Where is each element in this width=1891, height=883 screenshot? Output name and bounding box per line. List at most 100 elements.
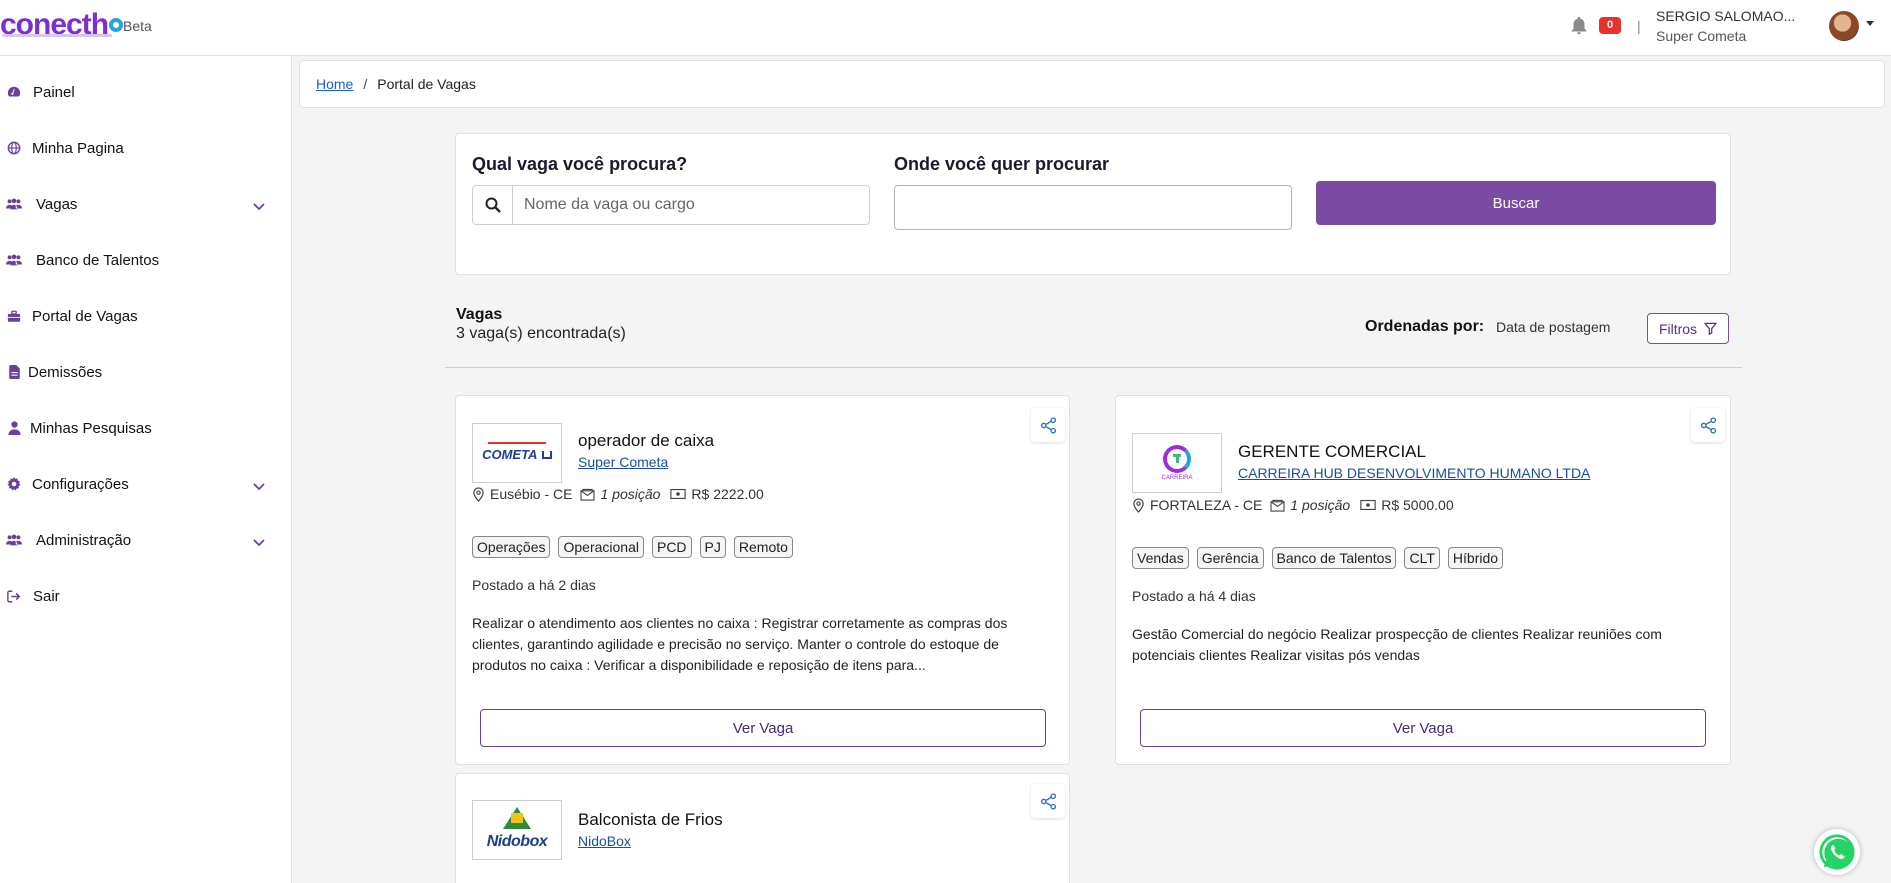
job-tag: Banco de Talentos <box>1271 547 1397 569</box>
gear-icon <box>6 476 22 492</box>
notification-badge: 0 <box>1599 17 1621 34</box>
location-input[interactable] <box>894 185 1292 230</box>
top-header: conecth Beta 0 | SERGIO SALOMAO... Super… <box>0 0 1891 56</box>
order-by-label: Ordenadas por: <box>1365 318 1485 335</box>
users-icon <box>6 252 22 268</box>
share-icon <box>1040 792 1056 810</box>
sidebar-item-administracao[interactable]: Administração <box>0 520 290 560</box>
sidebar-item-minha-pagina[interactable]: Minha Pagina <box>0 128 290 168</box>
order-by-value[interactable]: Data de postagem <box>1496 319 1610 335</box>
avatar[interactable] <box>1829 11 1859 41</box>
results-title: Vagas <box>456 306 503 323</box>
results-count: 3 vaga(s) encontrada(s) <box>456 325 626 342</box>
sidebar-item-portal-de-vagas[interactable]: Portal de Vagas <box>0 296 290 336</box>
money-icon <box>670 488 687 500</box>
sidebar-item-vagas[interactable]: Vagas <box>0 184 290 224</box>
location-search-label: Onde você quer procurar <box>894 154 1110 174</box>
job-meta: Eusébio - CE 1 posição R$ 2222.00 <box>472 486 764 502</box>
share-icon <box>1040 416 1056 434</box>
header-separator: | <box>1637 18 1641 34</box>
envelope-icon <box>580 488 596 501</box>
briefcase-icon <box>6 308 22 324</box>
breadcrumb-current: Portal de Vagas <box>377 76 476 92</box>
job-description: Realizar o atendimento aos clientes no c… <box>472 615 1008 673</box>
company-logo: COMETA <box>472 423 562 483</box>
sidebar-item-configuracoes[interactable]: Configurações <box>0 464 290 504</box>
search-icon <box>473 186 513 224</box>
sidebar-item-minhas-pesquisas[interactable]: Minhas Pesquisas <box>0 408 290 448</box>
breadcrumb-separator: / <box>363 76 368 92</box>
job-meta: FORTALEZA - CE 1 posição R$ 5000.00 <box>1132 497 1454 513</box>
location-pin-icon <box>1133 497 1144 513</box>
bell-icon[interactable] <box>1568 15 1590 37</box>
share-button[interactable] <box>1691 408 1725 442</box>
filters-button[interactable]: Filtros <box>1647 313 1729 344</box>
sidebar-item-sair[interactable]: Sair <box>0 576 290 616</box>
caret-down-icon[interactable] <box>1866 21 1874 26</box>
share-icon <box>1700 416 1716 434</box>
job-tag: CLT <box>1404 547 1440 569</box>
sidebar-item-banco-de-talentos[interactable]: Banco de Talentos <box>0 240 290 280</box>
job-tags: Operações Operacional PCD PJ Remoto <box>472 536 793 558</box>
chevron-down-icon[interactable] <box>252 479 266 491</box>
filter-icon <box>1704 322 1717 335</box>
user-company: Super Cometa <box>1656 28 1747 44</box>
user-icon <box>6 420 22 436</box>
company-link[interactable]: Super Cometa <box>578 454 668 470</box>
job-location: Eusébio - CE <box>490 486 573 502</box>
job-tag: Híbrido <box>1447 547 1504 569</box>
users-icon <box>6 196 22 212</box>
share-button[interactable] <box>1031 784 1065 818</box>
results-divider <box>445 367 1742 368</box>
job-positions: 1 posição <box>600 486 661 502</box>
job-card: COMETA operador de caixa Super Cometa Eu… <box>455 395 1070 765</box>
user-name[interactable]: SERGIO SALOMAO... <box>1656 8 1795 24</box>
job-search-input[interactable] <box>514 186 869 224</box>
company-logo: Nidobox <box>472 800 562 860</box>
globe-icon <box>6 140 22 156</box>
company-logo: CARREIRA <box>1132 433 1222 493</box>
view-job-button[interactable]: Ver Vaga <box>1140 709 1706 747</box>
logo-tagline <box>2 34 112 37</box>
chevron-down-icon[interactable] <box>252 199 266 211</box>
posted-date: Postado a há 4 dias <box>1132 588 1256 604</box>
sidebar-item-demissoes[interactable]: Demissões <box>0 352 290 392</box>
company-link[interactable]: NidoBox <box>578 833 631 849</box>
job-tag: Remoto <box>733 536 793 558</box>
job-tag: PJ <box>699 536 726 558</box>
job-title[interactable]: GERENTE COMERCIAL <box>1238 442 1426 462</box>
job-salary: R$ 2222.00 <box>691 486 764 502</box>
file-icon <box>6 364 22 380</box>
job-search-box <box>472 185 870 225</box>
job-tag: PCD <box>651 536 692 558</box>
job-tag: Operacional <box>558 536 644 558</box>
job-tag: Gerência <box>1196 547 1264 569</box>
breadcrumb: Home / Portal de Vagas <box>299 60 1885 108</box>
posted-date: Postado a há 2 dias <box>472 577 596 593</box>
whatsapp-button[interactable] <box>1814 829 1860 875</box>
search-button[interactable]: Buscar <box>1316 181 1716 225</box>
envelope-icon <box>1270 499 1285 512</box>
sign-out-icon <box>6 588 22 604</box>
job-tag: Vendas <box>1132 547 1189 569</box>
job-title[interactable]: Balconista de Frios <box>578 810 723 830</box>
dashboard-icon <box>6 84 22 100</box>
beta-label: Beta <box>123 18 152 34</box>
job-card: Nidobox Balconista de Frios NidoBox <box>455 773 1070 883</box>
users-icon <box>6 532 22 548</box>
job-location: FORTALEZA - CE <box>1150 497 1263 513</box>
chevron-down-icon[interactable] <box>252 535 266 547</box>
job-description: Gestão Comercial do negócio Realizar pro… <box>1132 626 1662 663</box>
job-positions: 1 posição <box>1290 497 1351 513</box>
job-salary: R$ 5000.00 <box>1381 497 1454 513</box>
sidebar-item-painel[interactable]: Painel <box>0 72 290 112</box>
view-job-button[interactable]: Ver Vaga <box>480 709 1046 747</box>
job-title[interactable]: operador de caixa <box>578 431 714 451</box>
job-tags: Vendas Gerência Banco de Talentos CLT Hí… <box>1132 547 1504 569</box>
whatsapp-icon <box>1819 834 1855 870</box>
location-pin-icon <box>473 486 484 502</box>
share-button[interactable] <box>1031 408 1065 442</box>
breadcrumb-home-link[interactable]: Home <box>316 76 353 92</box>
search-panel: Qual vaga você procura? Onde você quer p… <box>455 133 1731 275</box>
company-link[interactable]: CARREIRA HUB DESENVOLVIMENTO HUMANO LTDA <box>1238 465 1590 481</box>
